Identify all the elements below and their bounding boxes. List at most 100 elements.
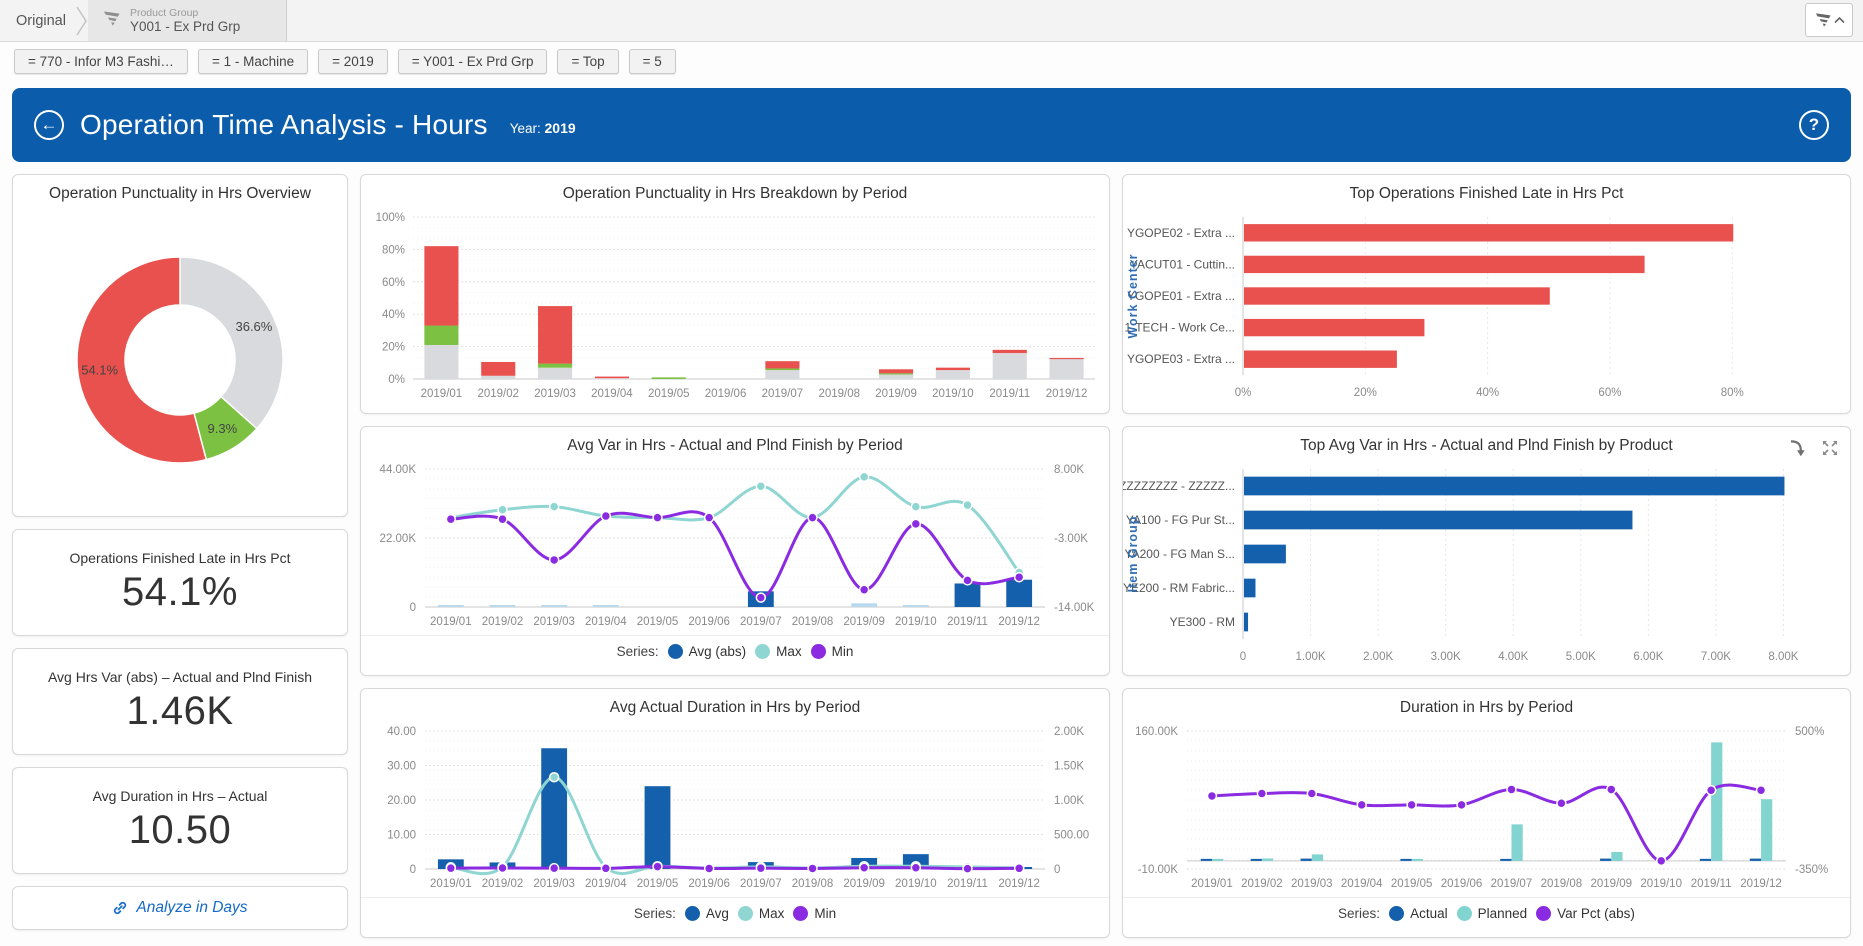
svg-text:2019/12: 2019/12 bbox=[998, 878, 1040, 890]
svg-text:2019/04: 2019/04 bbox=[585, 616, 627, 628]
svg-text:500%: 500% bbox=[1795, 726, 1824, 738]
panel-punctuality-breakdown: Operation Punctuality in Hrs Breakdown b… bbox=[360, 174, 1110, 414]
chart-title: Operation Punctuality in Hrs Overview bbox=[13, 175, 347, 205]
collapse-filters-button[interactable] bbox=[1805, 3, 1853, 37]
filter-chip-product-group[interactable]: = Y001 - Ex Prd Grp bbox=[398, 49, 548, 74]
svg-text:2019/06: 2019/06 bbox=[705, 388, 747, 400]
svg-text:2019/04: 2019/04 bbox=[1341, 878, 1383, 890]
svg-text:7.00K: 7.00K bbox=[1701, 651, 1731, 663]
svg-text:2019/10: 2019/10 bbox=[895, 616, 937, 628]
chevron-up-icon bbox=[1834, 16, 1845, 24]
svg-text:3.00K: 3.00K bbox=[1431, 651, 1461, 663]
hbar-chart[interactable]: 01.00K2.00K3.00K4.00K5.00K6.00K7.00K8.00… bbox=[1123, 457, 1850, 669]
svg-text:Work Center: Work Center bbox=[1126, 253, 1140, 338]
svg-text:60%: 60% bbox=[382, 277, 405, 289]
legend-dot bbox=[755, 644, 770, 659]
svg-text:2019/06: 2019/06 bbox=[1441, 878, 1483, 890]
kpi-value: 1.46K bbox=[126, 689, 233, 734]
right-column: Top Operations Finished Late in Hrs Pct … bbox=[1122, 174, 1851, 938]
svg-text:22.00K: 22.00K bbox=[380, 533, 417, 545]
help-button[interactable]: ? bbox=[1799, 110, 1829, 140]
breadcrumb[interactable]: Original bbox=[0, 0, 76, 41]
svg-text:36.6%: 36.6% bbox=[235, 319, 272, 334]
middle-column: Operation Punctuality in Hrs Breakdown b… bbox=[360, 174, 1110, 938]
panel-top-avg-var-product: Top Avg Var in Hrs - Actual and Plnd Fin… bbox=[1122, 426, 1851, 676]
kpi-avg-duration: Avg Duration in Hrs – Actual 10.50 bbox=[12, 767, 348, 874]
donut-chart[interactable]: 36.6%9.3%54.1% bbox=[13, 205, 347, 507]
stacked-bar-chart[interactable]: 0%20%40%60%80%100%2019/012019/022019/032… bbox=[361, 205, 1109, 405]
legend-dot bbox=[811, 644, 826, 659]
question-icon: ? bbox=[1809, 115, 1819, 135]
legend-dot bbox=[685, 906, 700, 921]
svg-text:2019/05: 2019/05 bbox=[637, 878, 679, 890]
svg-text:8.00K: 8.00K bbox=[1768, 651, 1798, 663]
svg-text:1.00K: 1.00K bbox=[1054, 795, 1084, 807]
filter-chip-row: = 770 - Infor M3 Fashi… = 1 - Machine = … bbox=[0, 42, 1863, 80]
svg-text:2019/10: 2019/10 bbox=[895, 878, 937, 890]
svg-text:2019/02: 2019/02 bbox=[482, 878, 524, 890]
filter-chip-division[interactable]: = 770 - Infor M3 Fashi… bbox=[14, 49, 188, 74]
tab-product-group[interactable]: Product Group Y001 - Ex Prd Grp bbox=[88, 0, 287, 41]
back-button[interactable]: ← bbox=[34, 110, 64, 140]
legend-dot bbox=[1536, 906, 1551, 921]
svg-text:5.00K: 5.00K bbox=[1566, 651, 1596, 663]
svg-text:2019/12: 2019/12 bbox=[1740, 878, 1782, 890]
link-icon bbox=[112, 900, 128, 916]
svg-text:2019/01: 2019/01 bbox=[430, 878, 472, 890]
svg-text:2019/09: 2019/09 bbox=[843, 878, 885, 890]
svg-text:1.00K: 1.00K bbox=[1296, 651, 1326, 663]
svg-text:2019/02: 2019/02 bbox=[477, 388, 519, 400]
filter-chip-year[interactable]: = 2019 bbox=[318, 49, 388, 74]
svg-text:0: 0 bbox=[1054, 864, 1060, 876]
svg-text:2019/11: 2019/11 bbox=[1691, 878, 1732, 890]
filter-chip-machine[interactable]: = 1 - Machine bbox=[198, 49, 308, 74]
svg-text:YA100 - FG Pur St...: YA100 - FG Pur St... bbox=[1126, 513, 1235, 527]
svg-text:YGOPE02 - Extra ...: YGOPE02 - Extra ... bbox=[1127, 226, 1235, 240]
legend-item-label: Max bbox=[759, 906, 785, 921]
chart-legend: Series:AvgMaxMin bbox=[361, 897, 1109, 929]
breadcrumb-chevron-icon bbox=[76, 0, 88, 41]
svg-text:-350%: -350% bbox=[1795, 864, 1828, 876]
svg-text:2019/08: 2019/08 bbox=[1541, 878, 1583, 890]
svg-text:2019/07: 2019/07 bbox=[1491, 878, 1533, 890]
svg-text:2019/11: 2019/11 bbox=[989, 388, 1030, 400]
chart-legend: Series:Avg (abs)MaxMin bbox=[361, 635, 1109, 667]
filter-chip-count[interactable]: = 5 bbox=[629, 49, 676, 74]
filter-chip-top[interactable]: = Top bbox=[557, 49, 618, 74]
legend-dot bbox=[1457, 906, 1472, 921]
svg-text:40.00: 40.00 bbox=[387, 726, 416, 738]
kpi-label: Avg Duration in Hrs – Actual bbox=[93, 788, 268, 804]
svg-text:8.00K: 8.00K bbox=[1054, 464, 1084, 476]
chart-title: Avg Var in Hrs - Actual and Plnd Finish … bbox=[361, 427, 1109, 457]
page-header: ← Operation Time Analysis - Hours Year: … bbox=[12, 88, 1851, 162]
panel-duration-period: Duration in Hrs by Period -10.00K160.00K… bbox=[1122, 688, 1851, 938]
svg-text:2019/10: 2019/10 bbox=[1640, 878, 1682, 890]
combo-chart[interactable]: -10.00K160.00K-350%500%2019/012019/02201… bbox=[1123, 719, 1850, 895]
svg-text:2019/01: 2019/01 bbox=[430, 616, 472, 628]
chart-title: Top Avg Var in Hrs - Actual and Plnd Fin… bbox=[1123, 427, 1850, 457]
expand-icon[interactable] bbox=[1820, 438, 1840, 458]
svg-text:YGOPE03 - Extra ...: YGOPE03 - Extra ... bbox=[1127, 352, 1235, 366]
legend-dot bbox=[1389, 906, 1404, 921]
svg-text:40%: 40% bbox=[382, 309, 405, 321]
svg-text:54.1%: 54.1% bbox=[81, 362, 118, 377]
svg-text:2019/03: 2019/03 bbox=[534, 388, 576, 400]
drill-down-icon[interactable] bbox=[1786, 437, 1808, 459]
panel-top-late-ops: Top Operations Finished Late in Hrs Pct … bbox=[1122, 174, 1851, 414]
svg-text:2019/01: 2019/01 bbox=[421, 388, 463, 400]
svg-text:2019/01: 2019/01 bbox=[1191, 878, 1233, 890]
link-label: Analyze in Days bbox=[136, 899, 247, 917]
svg-text:80%: 80% bbox=[1721, 387, 1744, 399]
combo-chart[interactable]: 010.0020.0030.0040.000500.001.00K1.50K2.… bbox=[361, 719, 1109, 895]
svg-text:100%: 100% bbox=[376, 212, 405, 224]
svg-text:30.00: 30.00 bbox=[387, 761, 416, 773]
legend-item-label: Min bbox=[832, 644, 854, 659]
year-value: 2019 bbox=[545, 120, 576, 136]
svg-text:2.00K: 2.00K bbox=[1363, 651, 1393, 663]
panel-avg-var-period: Avg Var in Hrs - Actual and Plnd Finish … bbox=[360, 426, 1110, 676]
svg-text:2019/11: 2019/11 bbox=[947, 616, 988, 628]
chart-title: Avg Actual Duration in Hrs by Period bbox=[361, 689, 1109, 719]
analyze-in-days-link[interactable]: Analyze in Days bbox=[12, 886, 348, 930]
hbar-chart[interactable]: 0%20%40%60%80%YGOPE02 - Extra ...YACUT01… bbox=[1123, 205, 1850, 405]
combo-chart[interactable]: 022.00K44.00K-14.00K-3.00K8.00K2019/0120… bbox=[361, 457, 1109, 633]
